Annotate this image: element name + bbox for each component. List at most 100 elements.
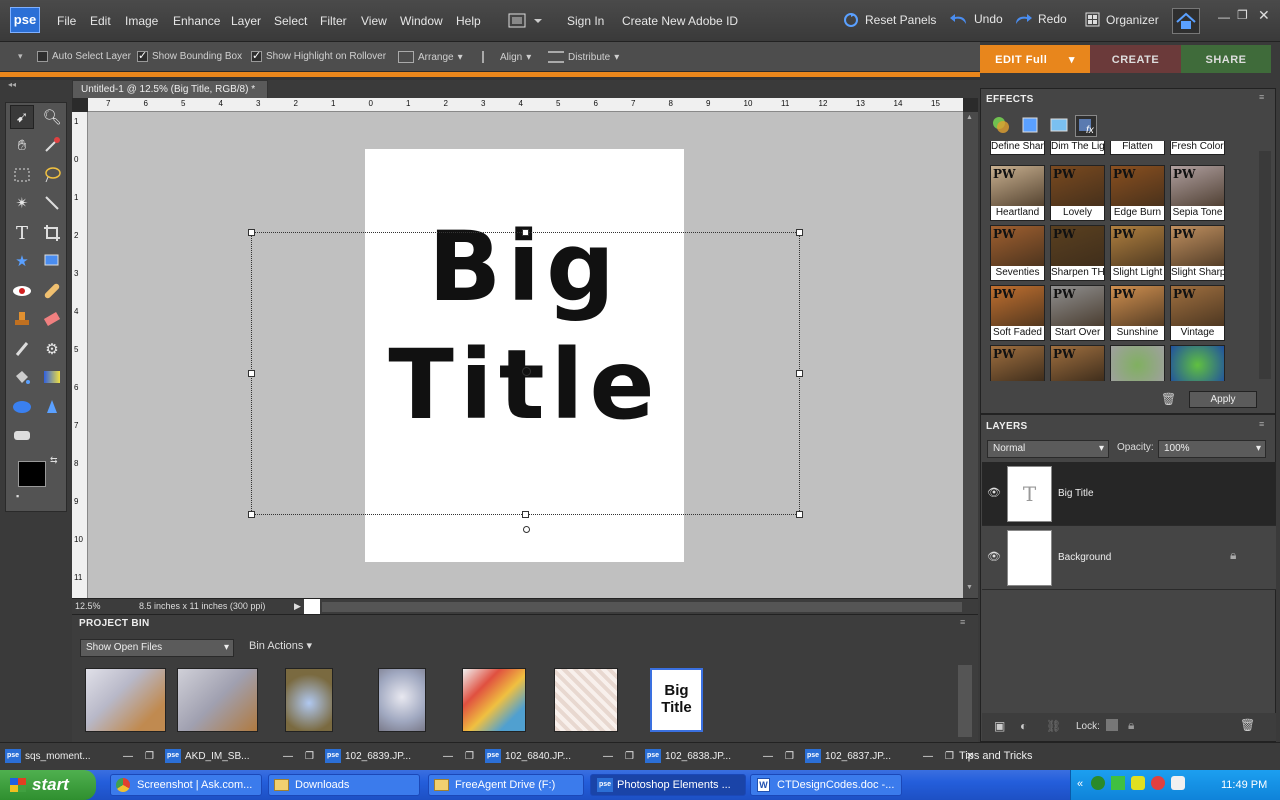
align-dropdown[interactable]: Align ▾ <box>482 51 531 63</box>
blur-tool-icon[interactable] <box>40 395 64 419</box>
visibility-eye-icon[interactable]: 👁︎ <box>987 486 1001 499</box>
menu-filter[interactable]: Filter <box>320 14 347 28</box>
tray-security-icon[interactable] <box>1131 776 1145 790</box>
tab-edit-full[interactable]: EDIT Full ▾ <box>980 45 1090 73</box>
effects-filters-icon[interactable] <box>991 115 1011 135</box>
layer-name[interactable]: Background <box>1058 552 1111 563</box>
taskbar-item-ctdesigncodes[interactable]: CTDesignCodes.doc -... <box>750 774 902 796</box>
effect-thumb[interactable]: PW Edge Burn <box>1110 165 1165 221</box>
effect-thumb[interactable]: PW Soft Faded <box>990 285 1045 341</box>
collapse-toolbox-icon[interactable]: ◂◂ <box>8 80 16 89</box>
arrange-dropdown[interactable]: Arrange ▾ <box>398 51 463 63</box>
document-tab[interactable]: Untitled-1 @ 12.5% (Big Title, RGB/8) * <box>72 80 268 98</box>
show-open-files-select[interactable]: Show Open Files ▾ <box>80 639 234 657</box>
bin-thumbnail-4[interactable] <box>378 668 426 732</box>
pencil-tool-icon[interactable] <box>10 423 34 447</box>
taskbar-item-screenshot[interactable]: Screenshot | Ask.com... <box>110 774 262 796</box>
effect-thumb[interactable]: PW Slight Sharp <box>1170 225 1225 281</box>
bin-thumbnail-1[interactable] <box>85 668 166 732</box>
menu-enhance[interactable]: Enhance <box>173 14 220 28</box>
menu-select[interactable]: Select <box>274 14 307 28</box>
effects-scrollbar[interactable] <box>1259 151 1271 379</box>
effect-thumb[interactable]: PW <box>1050 345 1105 381</box>
visibility-eye-icon[interactable]: 👁︎ <box>987 550 1001 563</box>
menu-edit[interactable]: Edit <box>90 14 111 28</box>
lock-all-icon[interactable]: 🔒︎ <box>1128 718 1134 733</box>
default-colors-icon[interactable]: ▪ <box>16 491 19 501</box>
bin-thumbnail-2[interactable] <box>177 668 258 732</box>
layers-menu-icon[interactable]: ≡ <box>1259 419 1264 429</box>
eraser-tool-icon[interactable] <box>40 307 64 331</box>
healing-brush-tool-icon[interactable] <box>40 279 64 303</box>
center-pivot-icon[interactable] <box>522 367 531 376</box>
blend-mode-select[interactable]: Normal ▾ <box>987 440 1109 458</box>
horizontal-scrollbar[interactable] <box>322 602 962 612</box>
minimize-icon[interactable]: — <box>603 751 613 762</box>
quick-selection-tool-icon[interactable] <box>40 191 64 215</box>
lock-transparent-icon[interactable] <box>1106 719 1118 731</box>
new-layer-icon[interactable]: ▣ <box>994 719 1005 733</box>
handle-bottom[interactable] <box>522 511 529 518</box>
home-button[interactable] <box>1172 8 1200 34</box>
shape-tool-icon[interactable] <box>10 395 34 419</box>
redo-button[interactable]: Redo <box>1014 12 1067 26</box>
restore-icon[interactable]: ❐ <box>305 751 314 762</box>
distribute-dropdown[interactable]: Distribute ▾ <box>548 51 619 63</box>
effects-actions-icon[interactable]: fx <box>1075 115 1097 137</box>
tab-create[interactable]: CREATE <box>1090 45 1181 73</box>
red-eye-tool-icon[interactable] <box>10 279 34 303</box>
apply-button[interactable]: Apply <box>1189 391 1257 408</box>
handle-left[interactable] <box>248 370 255 377</box>
effect-thumb-top[interactable]: Flatten <box>1110 141 1165 155</box>
minimize-icon[interactable]: — <box>283 751 293 762</box>
restore-icon[interactable]: ❐ <box>145 751 154 762</box>
bin-actions-menu[interactable]: Bin Actions ▾ <box>249 639 312 652</box>
effect-thumb[interactable] <box>1170 345 1225 381</box>
link-layers-icon[interactable]: ⛓︎ <box>1046 719 1061 733</box>
tray-alert-icon[interactable] <box>1151 776 1165 790</box>
taskbar-item-downloads[interactable]: Downloads <box>268 774 420 796</box>
tray-expand-icon[interactable]: « <box>1077 778 1083 790</box>
tab-share[interactable]: SHARE <box>1181 45 1271 73</box>
layer-row-big-title[interactable]: 👁︎ T Big Title <box>982 462 1276 526</box>
effect-thumb-top[interactable]: Dim The Lights <box>1050 141 1105 155</box>
close-icon[interactable]: ✕ <box>966 751 974 762</box>
create-adobe-id-link[interactable]: Create New Adobe ID <box>622 14 738 28</box>
handle-top-left[interactable] <box>248 229 255 236</box>
handle-bottom-right[interactable] <box>796 511 803 518</box>
menu-image[interactable]: Image <box>125 14 158 28</box>
straighten-tool-icon[interactable] <box>40 249 64 273</box>
minimize-icon[interactable]: — <box>763 751 773 762</box>
move-tool-icon[interactable]: ➹ <box>10 105 34 129</box>
taskbar-item-freeagent[interactable]: FreeAgent Drive (F:) <box>428 774 584 796</box>
lasso-tool-icon[interactable] <box>40 163 64 187</box>
effect-thumb[interactable]: PW Seventies <box>990 225 1045 281</box>
show-bounding-box-checkbox[interactable]: Show Bounding Box <box>137 49 242 62</box>
hand-tool-icon[interactable]: ✋︎ <box>10 133 34 157</box>
open-document-tab[interactable]: pse102_6838.JP...—❐✕ <box>645 746 814 766</box>
auto-select-layer-checkbox[interactable]: Auto Select Layer <box>37 51 131 62</box>
menu-help[interactable]: Help <box>456 14 481 28</box>
delete-layer-icon[interactable]: 🗑︎ <box>1240 718 1255 732</box>
sign-in-link[interactable]: Sign In <box>567 14 604 28</box>
restore-icon[interactable]: ❐ <box>465 751 474 762</box>
effect-thumb[interactable]: PW Sharpen THIS <box>1050 225 1105 281</box>
menu-file[interactable]: File <box>57 14 76 28</box>
handle-bottom-left[interactable] <box>248 511 255 518</box>
adjustment-layer-icon[interactable]: ◐ <box>1020 719 1027 733</box>
crop-tool-icon[interactable] <box>40 221 64 245</box>
effect-thumb[interactable]: PW Heartland <box>990 165 1045 221</box>
effect-thumb[interactable]: PW Lovely <box>1050 165 1105 221</box>
clone-stamp-tool-icon[interactable] <box>10 307 34 331</box>
effect-thumb-top[interactable]: Define Sharp <box>990 141 1045 155</box>
menu-layer[interactable]: Layer <box>231 14 261 28</box>
effects-photo-effects-icon[interactable] <box>1049 115 1069 135</box>
effect-thumb[interactable]: PW Start Over <box>1050 285 1105 341</box>
taskbar-item-photoshop[interactable]: Photoshop Elements ... <box>590 774 746 796</box>
rotate-handle[interactable] <box>523 526 530 533</box>
show-highlight-checkbox[interactable]: Show Highlight on Rollover <box>251 49 386 62</box>
effects-menu-icon[interactable]: ≡ <box>1259 92 1264 102</box>
gradient-tool-icon[interactable] <box>40 365 64 389</box>
handle-top[interactable] <box>522 229 529 236</box>
effect-thumb[interactable]: PW Slight Light <box>1110 225 1165 281</box>
